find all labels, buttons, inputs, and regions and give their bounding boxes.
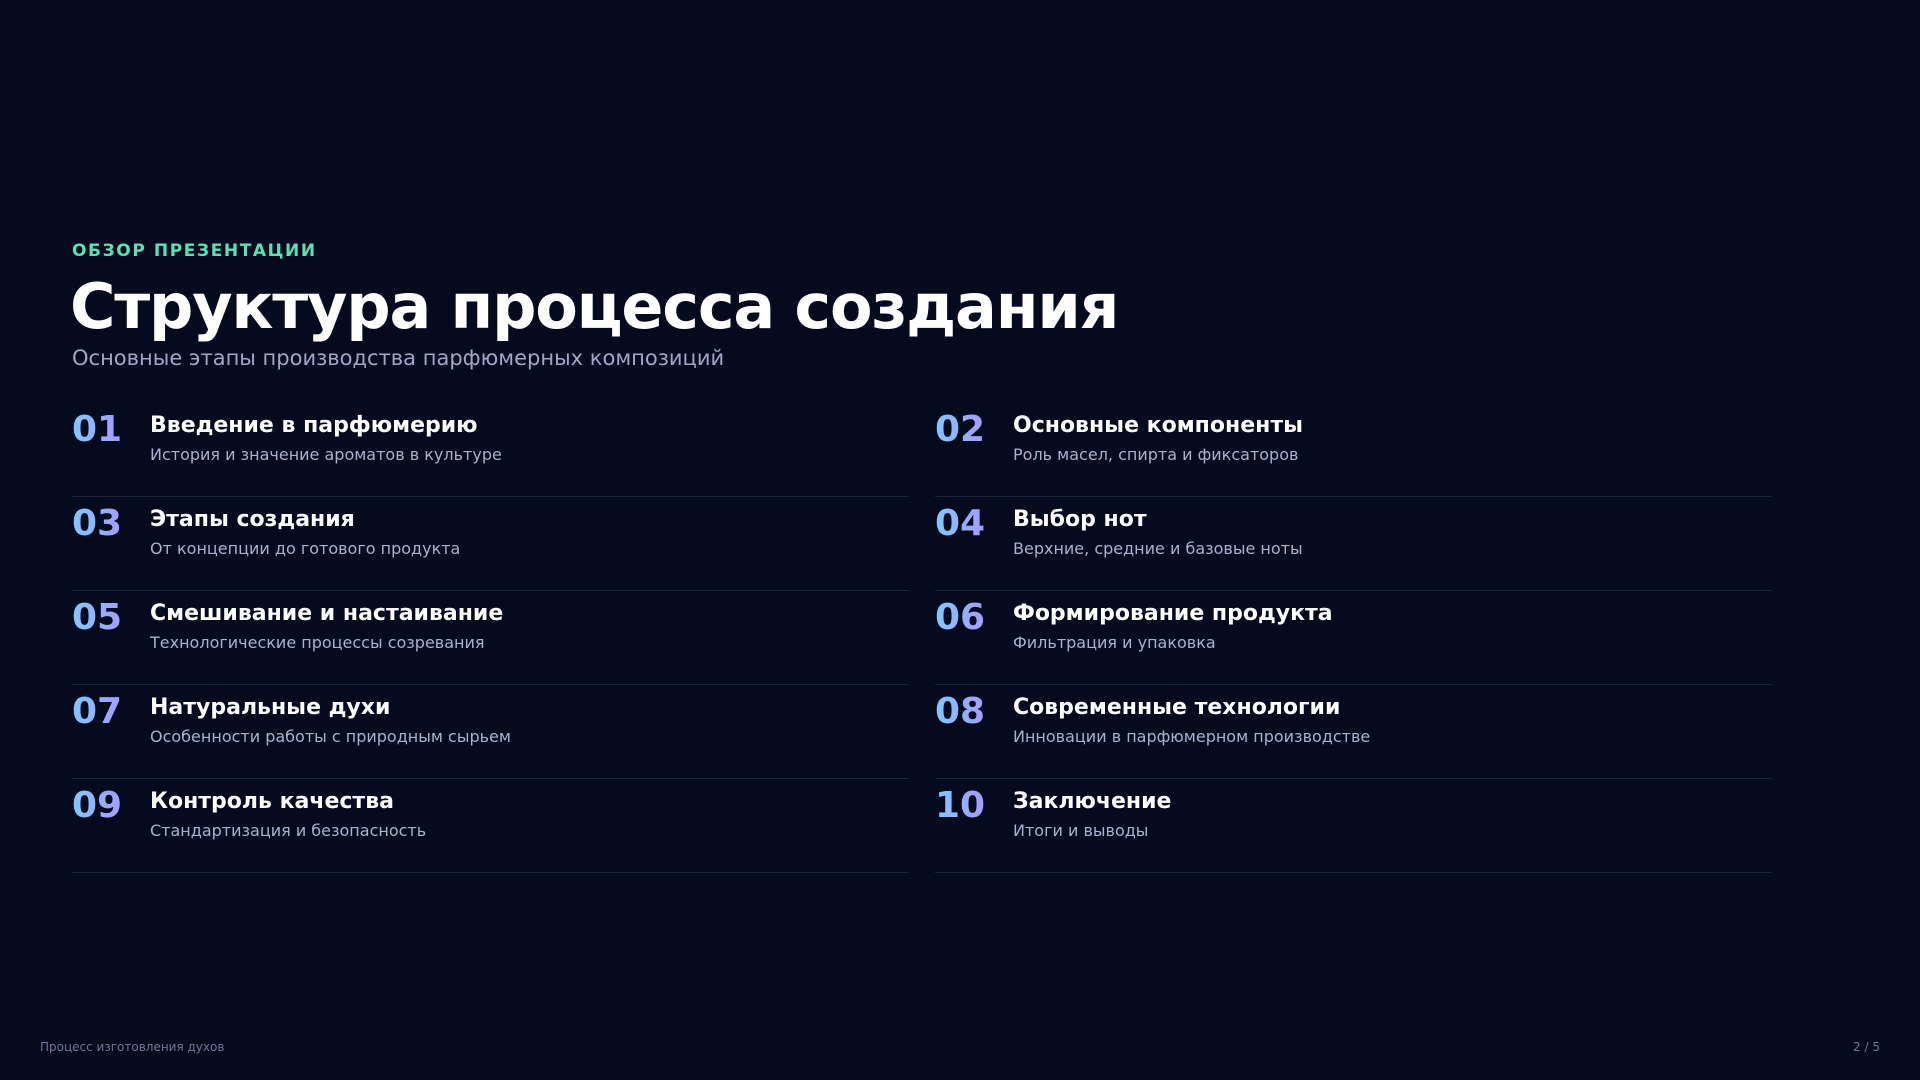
agenda-item-description: Технологические процессы созревания <box>150 633 485 652</box>
agenda-item-title: Введение в парфюмерию <box>150 413 478 438</box>
agenda-item-number: 01 <box>72 409 123 450</box>
agenda-item-number: 05 <box>72 597 123 638</box>
agenda-item-title: Современные технологии <box>1013 695 1341 720</box>
agenda-item: 02 Основные компоненты Роль масел, спирт… <box>935 403 1772 497</box>
agenda-item-description: Верхние, средние и базовые ноты <box>1013 539 1303 558</box>
agenda-item-number: 07 <box>72 691 123 732</box>
agenda-item: 04 Выбор нот Верхние, средние и базовые … <box>935 497 1772 591</box>
agenda-item-title: Заключение <box>1013 789 1172 814</box>
agenda-item-number: 10 <box>935 785 986 826</box>
agenda-item-description: Стандартизация и безопасность <box>150 821 427 840</box>
agenda-item-number: 08 <box>935 691 986 732</box>
agenda-item-description: Итоги и выводы <box>1013 821 1149 840</box>
agenda-item-title: Натуральные духи <box>150 695 391 720</box>
agenda-item-description: Фильтрация и упаковка <box>1013 633 1216 652</box>
agenda-item: 01 Введение в парфюмерию История и значе… <box>72 403 909 497</box>
slide-subtitle: Основные этапы производства парфюмерных … <box>72 346 725 370</box>
agenda-item-title: Контроль качества <box>150 789 394 814</box>
agenda-item-title: Основные компоненты <box>1013 413 1303 438</box>
agenda-item: 08 Современные технологии Инновации в па… <box>935 685 1772 779</box>
agenda-item-title: Смешивание и настаивание <box>150 601 504 626</box>
agenda-item-number: 02 <box>935 409 986 450</box>
slide-title: Структура процесса создания <box>70 270 1119 343</box>
agenda-grid: 01 Введение в парфюмерию История и значе… <box>72 403 1774 873</box>
footer-page-number: 2 / 5 <box>1853 1040 1880 1054</box>
agenda-item-description: История и значение ароматов в культуре <box>150 445 502 464</box>
agenda-item-title: Выбор нот <box>1013 507 1147 532</box>
agenda-item-title: Формирование продукта <box>1013 601 1333 626</box>
footer-presentation-title: Процесс изготовления духов <box>40 1040 225 1054</box>
agenda-item-number: 06 <box>935 597 986 638</box>
agenda-item: 03 Этапы создания От концепции до готово… <box>72 497 909 591</box>
eyebrow-label: ОБЗОР ПРЕЗЕНТАЦИИ <box>72 241 317 261</box>
agenda-item-number: 04 <box>935 503 986 544</box>
agenda-item: 05 Смешивание и настаивание Технологичес… <box>72 591 909 685</box>
agenda-item: 06 Формирование продукта Фильтрация и уп… <box>935 591 1772 685</box>
agenda-item: 10 Заключение Итоги и выводы <box>935 779 1772 873</box>
agenda-item: 09 Контроль качества Стандартизация и бе… <box>72 779 909 873</box>
agenda-item-number: 03 <box>72 503 123 544</box>
agenda-item-number: 09 <box>72 785 123 826</box>
agenda-item-description: От концепции до готового продукта <box>150 539 461 558</box>
agenda-item-description: Роль масел, спирта и фиксаторов <box>1013 445 1299 464</box>
agenda-item: 07 Натуральные духи Особенности работы с… <box>72 685 909 779</box>
slide: ОБЗОР ПРЕЗЕНТАЦИИ Структура процесса соз… <box>0 0 1920 1080</box>
agenda-item-title: Этапы создания <box>150 507 355 532</box>
agenda-item-description: Особенности работы с природным сырьем <box>150 727 511 746</box>
agenda-item-description: Инновации в парфюмерном производстве <box>1013 727 1371 746</box>
